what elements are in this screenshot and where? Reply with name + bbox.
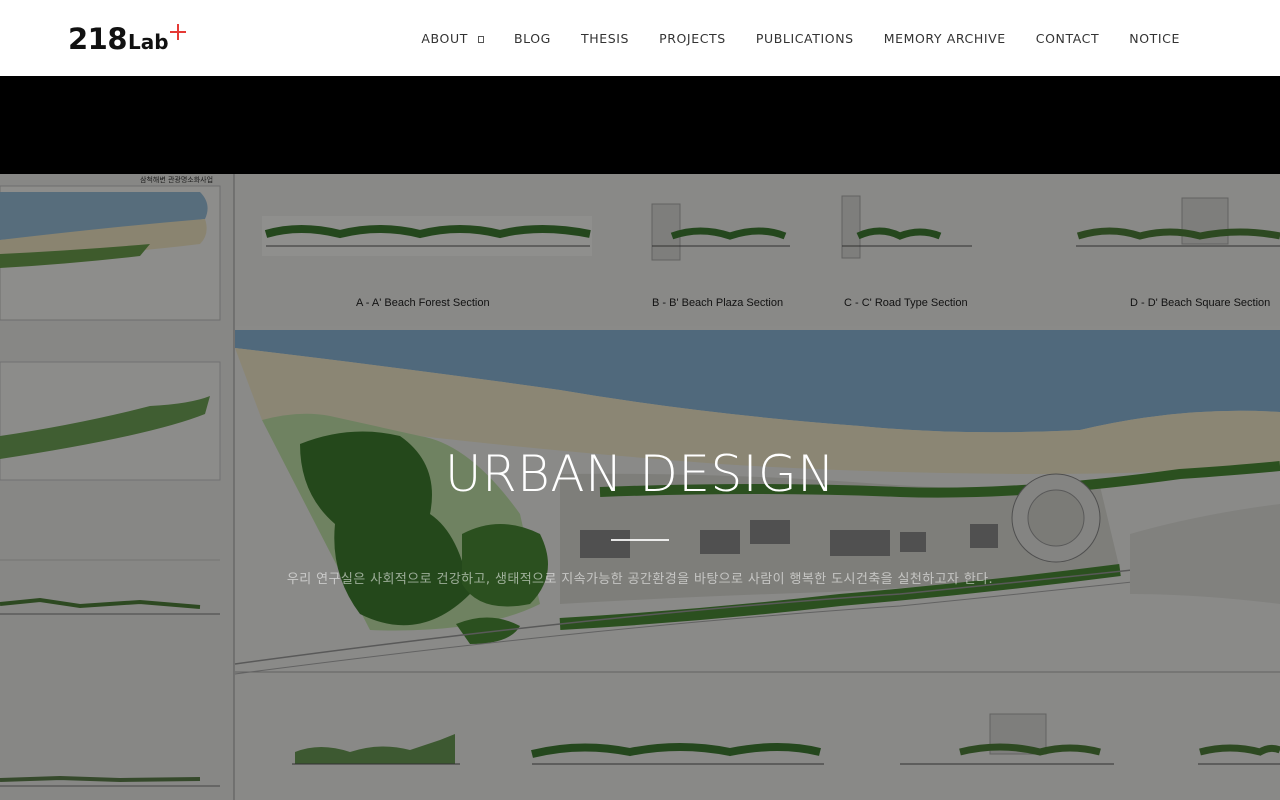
logo-plus-icon: [169, 24, 186, 40]
nav-contact-label: CONTACT: [1035, 30, 1100, 46]
logo-text: Lab: [128, 30, 169, 54]
site-logo[interactable]: 218 Lab: [68, 20, 186, 58]
dropdown-icon: [477, 35, 484, 43]
site-header: 218 Lab ABOUT BLOG THESIS PROJECTS PUBLI…: [0, 0, 1280, 76]
hero-banner: 삼척해변 관광명소화사업 A - A' Beach Forest Section…: [0, 174, 1280, 800]
nav-about-label: ABOUT: [421, 30, 468, 46]
nav-blog-label: BLOG: [513, 30, 551, 46]
nav-contact[interactable]: CONTACT: [1021, 0, 1114, 76]
logo-number: 218: [68, 22, 128, 56]
nav-blog[interactable]: BLOG: [499, 0, 566, 76]
nav-projects-label: PROJECTS: [659, 30, 726, 46]
nav-about[interactable]: ABOUT: [406, 0, 499, 76]
nav-publications[interactable]: PUBLICATIONS: [741, 0, 869, 76]
hero-title: URBAN DESIGN: [444, 445, 836, 503]
nav-thesis[interactable]: THESIS: [566, 0, 644, 76]
nav-memory-archive-label: MEMORY ARCHIVE: [883, 30, 1006, 46]
nav-notice-label: NOTICE: [1129, 30, 1180, 46]
nav-projects[interactable]: PROJECTS: [644, 0, 741, 76]
hero-divider: [611, 539, 669, 541]
hero-top-band: [0, 76, 1280, 174]
nav-publications-label: PUBLICATIONS: [755, 30, 854, 46]
nav-notice[interactable]: NOTICE: [1114, 0, 1195, 76]
main-nav: ABOUT BLOG THESIS PROJECTS PUBLICATIONS …: [406, 0, 1195, 76]
nav-thesis-label: THESIS: [580, 30, 630, 46]
nav-memory-archive[interactable]: MEMORY ARCHIVE: [869, 0, 1021, 76]
hero-subtitle: 우리 연구실은 사회적으로 건강하고, 생태적으로 지속가능한 공간환경을 바탕…: [286, 572, 994, 587]
